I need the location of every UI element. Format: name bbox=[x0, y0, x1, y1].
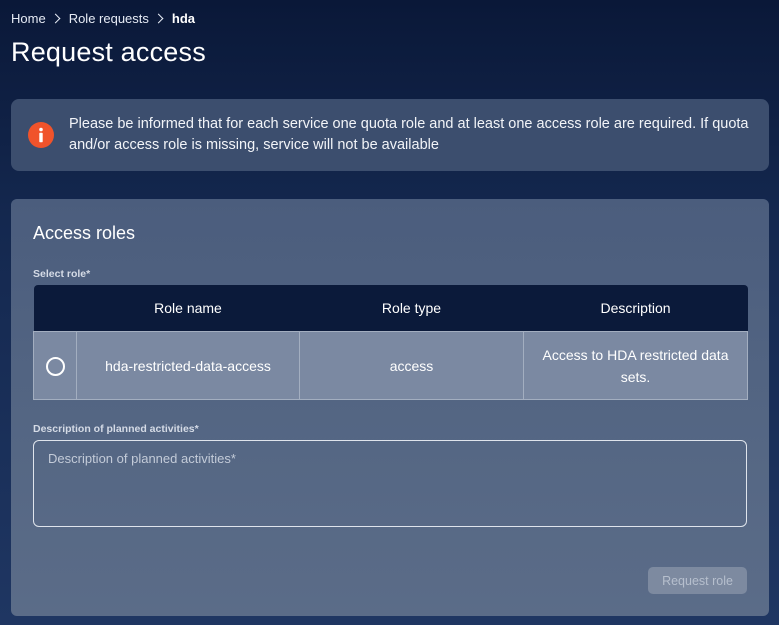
info-alert: Please be informed that for each service… bbox=[11, 99, 769, 171]
role-type-cell: access bbox=[299, 331, 524, 400]
table-row[interactable]: hda-restricted-data-access access Access… bbox=[33, 331, 748, 400]
role-name-cell: hda-restricted-data-access bbox=[76, 331, 300, 400]
chevron-right-icon bbox=[153, 13, 164, 24]
request-role-button[interactable]: Request role bbox=[648, 567, 747, 594]
page-title: Request access bbox=[11, 37, 206, 67]
alert-message: Please be informed that for each service… bbox=[69, 116, 749, 153]
role-description-cell: Access to HDA restricted data sets. bbox=[523, 331, 748, 400]
breadcrumb: Home Role requests hda bbox=[11, 11, 195, 26]
breadcrumb-home-link[interactable]: Home bbox=[11, 11, 46, 26]
select-role-label: Select role* bbox=[33, 268, 91, 280]
access-roles-card: Access roles Select role* Role name Role… bbox=[11, 199, 769, 616]
access-roles-title: Access roles bbox=[33, 223, 136, 243]
roles-table: Role name Role type Description hda-rest… bbox=[33, 285, 748, 400]
column-header-select bbox=[33, 285, 77, 332]
column-header-role-name: Role name bbox=[76, 285, 300, 332]
role-radio-button[interactable] bbox=[45, 357, 65, 377]
planned-activities-input[interactable] bbox=[33, 440, 747, 527]
role-select-cell[interactable] bbox=[33, 331, 77, 400]
breadcrumb-role-requests-link[interactable]: Role requests bbox=[69, 11, 149, 26]
info-icon bbox=[28, 122, 54, 148]
table-header-row: Role name Role type Description bbox=[33, 285, 748, 332]
breadcrumb-current: hda bbox=[171, 11, 196, 26]
column-header-description: Description bbox=[523, 285, 748, 332]
chevron-right-icon bbox=[50, 13, 61, 24]
column-header-role-type: Role type bbox=[299, 285, 524, 332]
planned-activities-label: Description of planned activities* bbox=[33, 423, 199, 435]
